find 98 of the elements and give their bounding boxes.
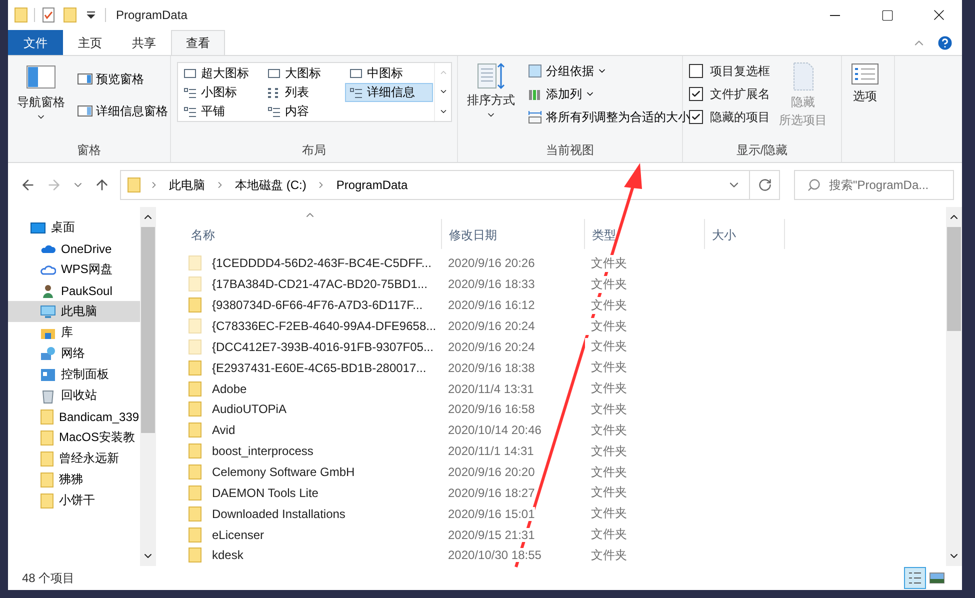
large-icons-view-icon	[929, 570, 945, 586]
group-label: 显示/隐藏	[735, 142, 789, 159]
layout-option[interactable]: 列表	[263, 83, 343, 102]
help-icon[interactable]	[936, 34, 954, 52]
item-count: 48 个项目	[22, 570, 76, 586]
maximize-icon	[880, 8, 894, 22]
preview-pane-button[interactable]: 预览窗格	[74, 68, 171, 90]
file-type: 文件夹	[585, 318, 627, 334]
view-icon	[183, 86, 197, 100]
group-by-button[interactable]: 分组依据	[524, 60, 693, 82]
resize-columns-icon	[527, 109, 543, 125]
folder-icon	[40, 430, 54, 446]
recycle-bin-icon	[40, 388, 56, 404]
nav-item[interactable]: 狒狒	[8, 469, 140, 490]
nav-item[interactable]: 网络	[8, 343, 140, 364]
nav-item[interactable]: 此电脑	[8, 301, 140, 322]
group-label: 当前视图	[545, 142, 595, 159]
size-columns-button[interactable]: 将所有列调整为合适的大小	[524, 106, 693, 128]
address-bar[interactable]: 此电脑 本地磁盘 (C:) ProgramData	[120, 170, 780, 200]
folder-icon	[14, 7, 28, 23]
nav-item[interactable]: 曾经永远新	[8, 448, 140, 469]
details-view-icon	[907, 570, 923, 586]
control-panel-icon	[40, 366, 56, 382]
sort-icon	[476, 62, 506, 90]
sort-by-button[interactable]: 排序方式	[464, 60, 518, 142]
preview-pane-icon	[77, 71, 93, 87]
nav-item[interactable]: 桌面	[8, 217, 140, 238]
search-icon	[807, 178, 821, 192]
view-icon	[349, 86, 363, 100]
nav-item[interactable]: MacOS安装教	[8, 427, 140, 448]
nav-item[interactable]: 回收站	[8, 385, 140, 406]
ribbon-tab[interactable]: 查看	[171, 30, 225, 55]
options-button[interactable]: 选项	[848, 60, 882, 162]
folder-icon	[63, 7, 77, 23]
layout-option[interactable]: 大图标	[263, 64, 343, 83]
group-label: 布局	[301, 142, 327, 159]
folder-icon	[127, 177, 141, 193]
column-header[interactable]: 名称	[184, 219, 442, 249]
layout-option[interactable]: 小图标	[179, 83, 261, 102]
details-view-button[interactable]	[904, 567, 926, 589]
checkbox-label: 隐藏的项目	[710, 108, 770, 126]
folder-icon	[40, 450, 54, 466]
nav-item[interactable]: WPS网盘	[8, 259, 140, 280]
user-icon	[40, 282, 56, 298]
navigation-pane-button[interactable]: 导航窗格	[14, 60, 68, 142]
checkbox[interactable]	[689, 87, 703, 101]
nav-item[interactable]: 小饼干	[8, 490, 140, 511]
minimize-icon	[830, 14, 840, 16]
layout-option[interactable]: 详细信息	[345, 83, 433, 102]
nav-item[interactable]: 控制面板	[8, 364, 140, 385]
ribbon-tab[interactable]: 文件	[8, 30, 63, 55]
details-pane-icon	[77, 103, 93, 119]
properties-icon	[41, 7, 57, 23]
breadcrumb[interactable]: ProgramData	[334, 178, 410, 192]
nav-item[interactable]: PaukSoul	[8, 280, 140, 301]
view-icon	[183, 66, 197, 80]
forward-arrow-icon	[46, 177, 62, 193]
details-pane-button[interactable]: 详细信息窗格	[74, 100, 171, 122]
view-icon	[183, 104, 197, 118]
desktop-icon	[30, 220, 46, 236]
view-icon	[267, 66, 281, 80]
layout-option[interactable]: 平铺	[179, 102, 261, 121]
layout-option[interactable]: 内容	[263, 102, 343, 121]
refresh-icon	[758, 178, 772, 192]
window-title: ProgramData	[116, 8, 188, 22]
check-icon	[691, 112, 701, 122]
folder-icon	[40, 472, 54, 488]
nav-item[interactable]: OneDrive	[8, 238, 140, 259]
network-icon	[40, 346, 56, 362]
checkbox-label: 项目复选框	[710, 62, 770, 80]
view-icon	[349, 66, 363, 80]
view-icon	[267, 86, 281, 100]
scrollbar[interactable]	[140, 207, 156, 566]
checkbox[interactable]	[689, 64, 703, 78]
column-header[interactable]: 修改日期	[442, 219, 585, 249]
checkbox-label: 文件扩展名	[710, 86, 770, 102]
folder-icon	[40, 408, 54, 424]
layout-option[interactable]: 超大图标	[179, 64, 261, 83]
options-icon	[851, 62, 879, 86]
nav-item[interactable]: 库	[8, 322, 140, 343]
scrollbar[interactable]	[946, 207, 962, 566]
search-field[interactable]: 搜索"ProgramDa...	[794, 170, 954, 200]
group-icon	[527, 63, 543, 79]
document-icon	[791, 62, 815, 92]
breadcrumb[interactable]: 本地磁盘 (C:)	[233, 176, 308, 194]
column-header[interactable]: 类型	[585, 219, 705, 249]
checkbox[interactable]	[689, 110, 703, 124]
column-header[interactable]: 大小	[705, 219, 785, 249]
check-icon	[691, 89, 701, 99]
breadcrumb[interactable]: 此电脑	[167, 176, 207, 194]
view-icon	[267, 104, 281, 118]
computer-icon	[40, 304, 56, 320]
group-label: 窗格	[76, 142, 102, 159]
nav-item[interactable]: Bandicam_339	[8, 406, 140, 427]
back-arrow-icon	[20, 177, 36, 193]
folder-icon	[40, 492, 54, 508]
add-columns-button[interactable]: 添加列	[524, 83, 693, 105]
layout-option[interactable]: 中图标	[345, 64, 433, 83]
